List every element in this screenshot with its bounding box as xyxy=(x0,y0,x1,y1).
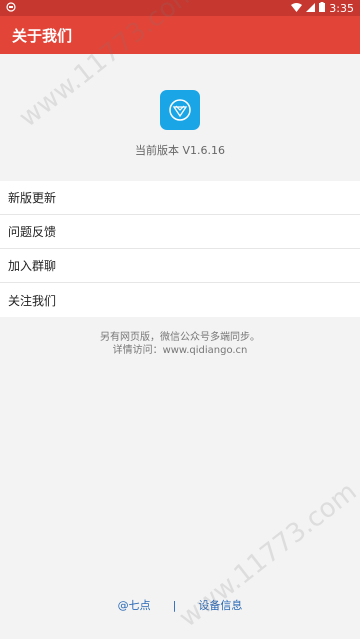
menu-item-follow-us[interactable]: 关注我们 xyxy=(0,283,360,317)
status-right: 3:35 xyxy=(291,1,354,15)
menu-item-join-group[interactable]: 加入群聊 xyxy=(0,249,360,283)
footer-line-2: 详情访问：www.qidiango.cn xyxy=(112,345,248,356)
bottom-links: @七点 | 设备信息 xyxy=(0,597,360,613)
toolbar: 关于我们 xyxy=(0,16,360,54)
version-text: 当前版本 V1.6.16 xyxy=(134,144,225,157)
page-title: 关于我们 xyxy=(12,26,73,45)
wifi-icon xyxy=(291,2,303,15)
qidian-link[interactable]: @七点 xyxy=(118,597,151,613)
app-logo-icon xyxy=(160,90,200,130)
menu-item-label: 新版更新 xyxy=(8,191,57,205)
footer-note: 另有网页版，微信公众号多端同步。 详情访问：www.qidiango.cn xyxy=(0,331,360,357)
clock-text: 3:35 xyxy=(329,1,354,15)
footer-line-1: 另有网页版，微信公众号多端同步。 xyxy=(100,332,260,343)
menu-item-label: 问题反馈 xyxy=(8,225,57,239)
notification-icon xyxy=(6,1,16,15)
status-bar: 3:35 xyxy=(0,0,360,16)
battery-icon xyxy=(319,1,326,15)
menu-item-label: 关注我们 xyxy=(8,293,57,308)
about-header: 当前版本 V1.6.16 xyxy=(0,54,360,166)
menu-item-feedback[interactable]: 问题反馈 xyxy=(0,215,360,249)
menu-item-label: 加入群聊 xyxy=(8,259,57,273)
link-separator: | xyxy=(172,598,177,612)
menu-list: 新版更新 问题反馈 加入群聊 关注我们 xyxy=(0,181,360,317)
status-left xyxy=(6,1,16,15)
menu-item-update[interactable]: 新版更新 xyxy=(0,181,360,215)
signal-icon xyxy=(306,2,316,15)
device-info-link[interactable]: 设备信息 xyxy=(198,597,242,613)
